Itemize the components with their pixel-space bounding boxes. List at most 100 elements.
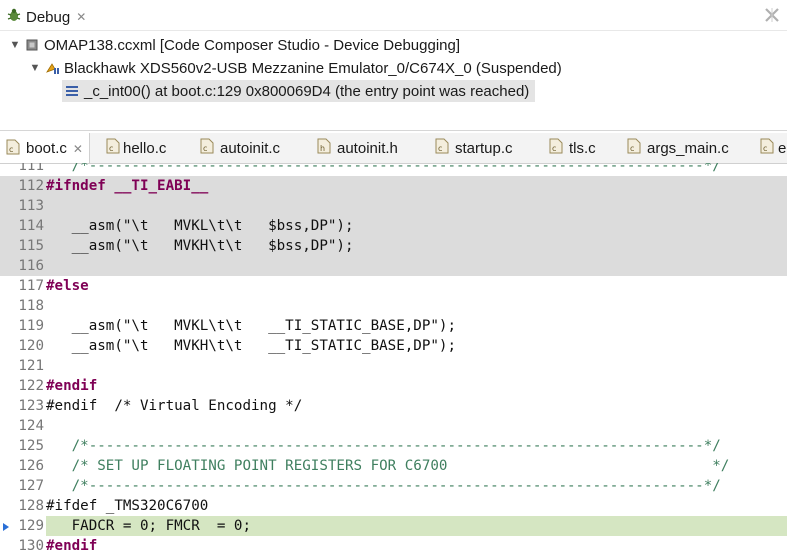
code-line: 119 __asm("\t MVKL\t\t __TI_STATIC_BASE,… [0, 316, 787, 336]
tab-args-main-c[interactable]: c args_main.c [627, 133, 729, 163]
tree-frame-row[interactable]: _c_int00() at boot.c:129 0x800069D4 (the… [62, 80, 536, 102]
tab-autoinit-h[interactable]: h autoinit.h [317, 133, 398, 163]
code-text: __asm("\t MVKL\t\t $bss,DP"); [46, 218, 354, 234]
line-number: 122 [18, 378, 44, 394]
line-number: 118 [18, 298, 44, 314]
line-number: 126 [18, 458, 44, 474]
line-number: 125 [18, 438, 44, 454]
code-text: __asm("\t MVKH\t\t $bss,DP"); [46, 238, 354, 254]
tab-label: tls.c [569, 139, 596, 157]
code-line: 126 /* SET UP FLOATING POINT REGISTERS F… [0, 456, 787, 476]
frame-label: _c_int00() at boot.c:129 0x800069D4 (the… [84, 82, 530, 100]
line-number: 127 [18, 478, 44, 494]
stack-frame-icon [64, 83, 80, 99]
code-text: #ifndef __TI_EABI__ [46, 178, 209, 194]
editor-tab-bar: c boot.c ✕ c hello.c c autoinit.c h auto… [0, 133, 787, 164]
c-file-icon: c [435, 138, 449, 158]
debug-tab-label: Debug [26, 8, 71, 26]
code-line: 127 /*----------------------------------… [0, 476, 787, 496]
code-text: #endif [46, 378, 98, 394]
debug-header-divider [0, 30, 787, 31]
code-text: /*--------------------------------------… [46, 438, 721, 454]
code-line: 128 #ifdef _TMS320C6700 [0, 496, 787, 516]
tree-session-row[interactable]: ▼ OMAP138.ccxml [Code Composer Studio - … [8, 34, 460, 56]
tab-boot-c[interactable]: c boot.c ✕ [0, 133, 90, 163]
session-chip-icon [24, 37, 40, 53]
c-file-icon: c [549, 138, 563, 158]
line-number: 121 [18, 358, 44, 374]
code-line: 125 /*----------------------------------… [0, 436, 787, 456]
line-number: 120 [18, 338, 44, 354]
debug-view: Debug ✕ ▼ OMAP138.ccxml [Code Composer S… [0, 0, 787, 130]
line-number: 114 [18, 218, 44, 234]
view-menu-icon[interactable] [763, 6, 781, 24]
code-text: #endif /* Virtual Encoding */ [46, 398, 303, 414]
svg-text:c: c [438, 144, 442, 153]
code-line-current: 129 FADCR = 0; FMCR = 0; [0, 516, 787, 536]
code-editor[interactable]: 111 /*----------------------------------… [0, 163, 787, 552]
code-text: __asm("\t MVKL\t\t __TI_STATIC_BASE,DP")… [46, 318, 456, 334]
chevron-down-icon[interactable]: ▼ [8, 39, 22, 51]
svg-text:c: c [9, 145, 13, 154]
code-line: 124 [0, 416, 787, 436]
line-number: 116 [18, 258, 44, 274]
svg-text:c: c [630, 144, 634, 153]
code-line: 112 #ifndef __TI_EABI__ [0, 176, 787, 196]
tab-label: autoinit.c [220, 139, 281, 157]
code-line: 115 __asm("\t MVKH\t\t $bss,DP"); [0, 236, 787, 256]
session-label: OMAP138.ccxml [Code Composer Studio - De… [44, 36, 461, 54]
code-line: 120 __asm("\t MVKH\t\t __TI_STATIC_BASE,… [0, 336, 787, 356]
c-file-icon: c [106, 138, 120, 158]
h-file-icon: h [317, 138, 331, 158]
code-line: 117 #else [0, 276, 787, 296]
tab-hello-c[interactable]: c hello.c [106, 133, 166, 163]
c-file-icon: c [760, 138, 774, 158]
debug-tab[interactable]: Debug ✕ [0, 4, 95, 30]
tree-target-row[interactable]: ▼ Blackhawk XDS560v2-USB Mezzanine Emula… [28, 57, 562, 79]
c-file-icon: c [200, 138, 214, 158]
tab-label: boot.c [26, 140, 67, 157]
line-number: 128 [18, 498, 44, 514]
code-line: 113 [0, 196, 787, 216]
c-file-icon: c [6, 139, 20, 159]
c-file-icon: c [627, 138, 641, 158]
line-number: 111 [18, 163, 44, 174]
debug-tab-close-icon[interactable]: ✕ [76, 10, 86, 24]
tab-close-icon[interactable]: ✕ [73, 142, 83, 156]
code-text: FADCR = 0; FMCR = 0; [46, 516, 787, 536]
code-text: /*--------------------------------------… [46, 478, 721, 494]
line-number: 119 [18, 318, 44, 334]
code-line: 130 #endif [0, 536, 787, 552]
svg-text:c: c [552, 144, 556, 153]
target-label: Blackhawk XDS560v2-USB Mezzanine Emulato… [64, 59, 562, 77]
line-number: 130 [18, 538, 44, 552]
code-line: 118 [0, 296, 787, 316]
svg-text:c: c [109, 144, 113, 153]
tab-tls-c[interactable]: c tls.c [549, 133, 596, 163]
code-line: 121 [0, 356, 787, 376]
line-number: 129 [18, 518, 44, 534]
code-line: 122 #endif [0, 376, 787, 396]
code-line: 116 [0, 256, 787, 276]
code-text: #else [46, 278, 89, 294]
svg-text:c: c [763, 144, 767, 153]
tab-autoinit-c[interactable]: c autoinit.c [200, 133, 280, 163]
code-line: 111 /*----------------------------------… [0, 163, 787, 176]
debug-bug-icon [6, 7, 22, 27]
tab-label: hello.c [123, 139, 167, 157]
code-text: #endif [46, 538, 98, 552]
view-divider [0, 130, 787, 131]
line-number: 123 [18, 398, 44, 414]
code-line: 114 __asm("\t MVKL\t\t $bss,DP"); [0, 216, 787, 236]
thread-suspended-icon [44, 60, 60, 76]
line-number: 112 [18, 178, 44, 194]
line-number: 124 [18, 418, 44, 434]
tab-label: e [778, 139, 787, 157]
line-number: 117 [18, 278, 44, 294]
tab-startup-c[interactable]: c startup.c [435, 133, 513, 163]
tab-label: startup.c [455, 139, 513, 157]
code-text: /* SET UP FLOATING POINT REGISTERS FOR C… [46, 458, 730, 474]
tab-overflow[interactable]: c e [760, 133, 786, 163]
chevron-down-icon[interactable]: ▼ [28, 62, 42, 74]
line-number: 115 [18, 238, 44, 254]
